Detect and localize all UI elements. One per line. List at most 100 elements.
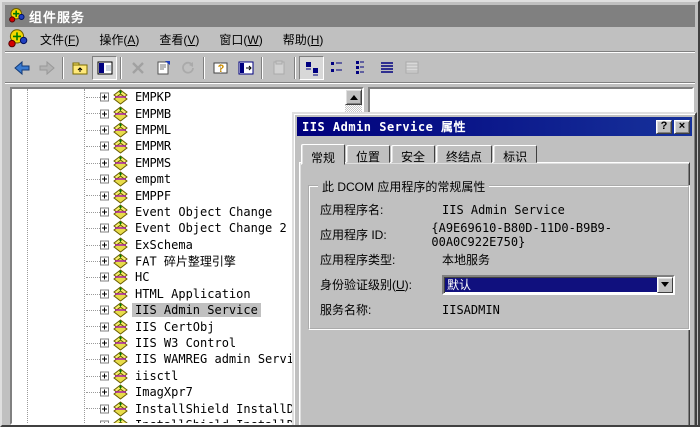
dcom-application-icon bbox=[113, 122, 128, 137]
tree-item-label[interactable]: empmt bbox=[132, 172, 174, 186]
expand-toggle[interactable] bbox=[100, 240, 109, 249]
tree-item-label[interactable]: IIS WAMREG admin Service bbox=[132, 352, 311, 366]
authentication-level-combobox[interactable]: 默认 bbox=[442, 275, 675, 295]
expand-toggle[interactable] bbox=[100, 355, 109, 364]
tab-inactive[interactable]: 安全 bbox=[391, 145, 435, 163]
tree-connector bbox=[86, 294, 100, 295]
field-value: 本地服务 bbox=[442, 251, 490, 268]
expand-toggle[interactable] bbox=[100, 142, 109, 151]
expand-toggle[interactable] bbox=[100, 158, 109, 167]
tree-item-label[interactable]: IIS CertObj bbox=[132, 320, 217, 334]
dcom-application-icon bbox=[113, 385, 128, 400]
tree-item-label[interactable]: IIS W3 Control bbox=[132, 336, 239, 350]
dcom-application-icon bbox=[113, 139, 128, 154]
expand-toggle[interactable] bbox=[100, 109, 109, 118]
up-one-level-button[interactable] bbox=[67, 56, 92, 80]
groupbox-label: 此 DCOM 应用程序的常规属性 bbox=[318, 178, 489, 195]
menu-item[interactable]: 帮助(H) bbox=[273, 28, 334, 51]
tree-connector bbox=[86, 163, 100, 164]
new-window-button[interactable] bbox=[233, 56, 258, 80]
expand-toggle[interactable] bbox=[100, 339, 109, 348]
expand-toggle[interactable] bbox=[100, 404, 109, 413]
tree-item-label[interactable]: Event Object Change 2 bbox=[132, 221, 290, 235]
expand-toggle[interactable] bbox=[100, 125, 109, 134]
tree-item-label[interactable]: EMPPF bbox=[132, 189, 174, 203]
expand-toggle[interactable] bbox=[100, 191, 109, 200]
large-buttons-icon[interactable] bbox=[299, 56, 324, 80]
list-view-button[interactable] bbox=[349, 56, 374, 80]
tree-item-label[interactable]: EMPMS bbox=[132, 156, 174, 170]
tree-item-label[interactable]: HTML Application bbox=[132, 287, 254, 301]
details-view-button[interactable] bbox=[374, 56, 399, 80]
tree-item-label[interactable]: ImagXpr7 bbox=[132, 385, 196, 399]
help-button[interactable]: ? bbox=[208, 56, 233, 80]
tree-connector bbox=[86, 130, 100, 131]
component-services-icon bbox=[9, 7, 25, 26]
scroll-up-button[interactable] bbox=[345, 89, 362, 105]
tab-active[interactable]: 常规 bbox=[301, 144, 345, 165]
property-row: 应用程序 ID:{A9E69610-B80D-11D0-B9B9-00A0C92… bbox=[320, 222, 682, 247]
tree-item-label[interactable]: ExSchema bbox=[132, 238, 196, 252]
dialog-help-button[interactable]: ? bbox=[656, 120, 672, 134]
tree-item-label[interactable]: EMPKP bbox=[132, 90, 174, 104]
tree-connector bbox=[86, 376, 100, 377]
tree-item-label[interactable]: FAT 碎片整理引擎 bbox=[132, 253, 239, 270]
expand-toggle[interactable] bbox=[100, 224, 109, 233]
window-title: 组件服务 bbox=[29, 7, 85, 26]
tree-item-label[interactable]: IIS Admin Service bbox=[132, 303, 261, 317]
new-window-icon bbox=[238, 60, 254, 76]
tree-connector bbox=[86, 179, 100, 180]
export-list-button bbox=[399, 56, 424, 80]
expand-toggle[interactable] bbox=[100, 421, 109, 424]
dialog-close-button[interactable]: × bbox=[674, 120, 690, 134]
window-titlebar[interactable]: 组件服务 bbox=[5, 5, 695, 27]
tab-inactive[interactable]: 终结点 bbox=[436, 145, 492, 163]
back-button[interactable] bbox=[9, 56, 34, 80]
export-list-icon bbox=[404, 60, 420, 76]
expand-toggle[interactable] bbox=[100, 289, 109, 298]
tab-inactive[interactable]: 位置 bbox=[346, 145, 390, 163]
expand-toggle[interactable] bbox=[100, 388, 109, 397]
expand-toggle[interactable] bbox=[100, 257, 109, 266]
toolbar-separator bbox=[120, 57, 122, 79]
expand-toggle[interactable] bbox=[100, 306, 109, 315]
dcom-application-icon bbox=[113, 286, 128, 301]
expand-toggle[interactable] bbox=[100, 175, 109, 184]
dcom-application-icon bbox=[113, 368, 128, 383]
tree-item-label[interactable]: EMPMR bbox=[132, 139, 174, 153]
property-row: 应用程序名:IIS Admin Service bbox=[320, 197, 682, 222]
details-view-icon bbox=[379, 60, 395, 76]
console-tree-toggle-button[interactable] bbox=[92, 56, 117, 80]
expand-toggle[interactable] bbox=[100, 207, 109, 216]
delete-button bbox=[125, 56, 150, 80]
properties-button[interactable] bbox=[150, 56, 175, 80]
small-buttons-icon[interactable] bbox=[324, 56, 349, 80]
dcom-application-icon bbox=[113, 188, 128, 203]
expand-toggle[interactable] bbox=[100, 93, 109, 102]
tree-item-label[interactable]: HC bbox=[132, 270, 152, 284]
field-label: 应用程序名: bbox=[320, 201, 442, 218]
property-row: 应用程序类型:本地服务 bbox=[320, 247, 682, 272]
dcom-application-icon bbox=[113, 90, 128, 105]
expand-toggle[interactable] bbox=[100, 273, 109, 282]
toolbar: ? bbox=[5, 53, 695, 83]
combobox-dropdown-button[interactable] bbox=[657, 277, 673, 293]
menu-item[interactable]: 操作(A) bbox=[89, 28, 149, 51]
tree-connector bbox=[86, 228, 100, 229]
tree-item[interactable]: EMPKP bbox=[12, 89, 345, 105]
favorites-icon bbox=[271, 60, 287, 76]
menu-item[interactable]: 文件(F) bbox=[30, 28, 89, 51]
expand-toggle[interactable] bbox=[100, 371, 109, 380]
menu-item[interactable]: 查看(V) bbox=[149, 28, 209, 51]
tree-item-label[interactable]: Event Object Change bbox=[132, 205, 275, 219]
tree-item-label[interactable]: iisctl bbox=[132, 369, 181, 383]
menu-item[interactable]: 窗口(W) bbox=[209, 28, 272, 51]
dcom-application-icon bbox=[113, 221, 128, 236]
expand-toggle[interactable] bbox=[100, 322, 109, 331]
dcom-application-icon bbox=[113, 237, 128, 252]
dialog-titlebar[interactable]: IIS Admin Service 属性 ? × bbox=[297, 117, 692, 136]
tree-item-label[interactable]: EMPML bbox=[132, 123, 174, 137]
tab-inactive[interactable]: 标识 bbox=[493, 145, 537, 163]
tree-connector bbox=[86, 326, 100, 327]
tree-item-label[interactable]: EMPMB bbox=[132, 107, 174, 121]
